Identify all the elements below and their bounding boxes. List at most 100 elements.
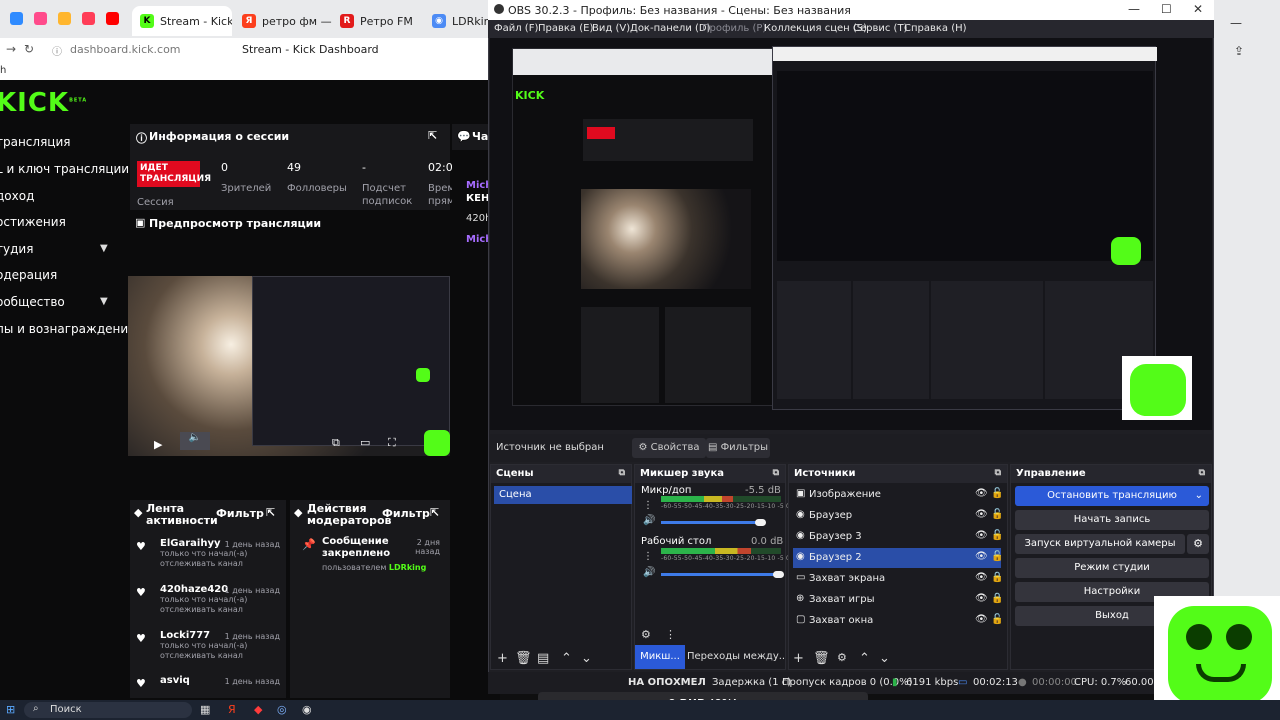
steam-icon[interactable]: ◎ <box>277 703 287 716</box>
nav-item-achievements[interactable]: остижения <box>0 215 66 229</box>
start-recording-button[interactable]: Начать запись <box>1015 510 1209 530</box>
theater-icon[interactable]: ▭ <box>360 436 370 449</box>
lock-icon[interactable]: 🔓 <box>991 509 1003 520</box>
nav-item-income[interactable]: доход <box>0 189 34 203</box>
menu-profile[interactable]: Профиль (P) <box>702 23 766 34</box>
gear-icon[interactable]: ⚙ <box>641 628 651 641</box>
share-icon[interactable]: ⇪ <box>1234 44 1244 58</box>
lock-icon[interactable]: 🔒 <box>991 593 1003 604</box>
tab-transitions[interactable]: Переходы между... <box>687 645 785 669</box>
stream-preview-video[interactable]: ▶ 🔈 ⧉ ▭ ⛶ <box>128 276 450 456</box>
browser-tab-kick[interactable]: K Stream - Kick ✕ <box>132 6 232 36</box>
nav-item-stream-key[interactable]: L и ключ трансляции <box>0 162 129 176</box>
properties-button[interactable]: ⚙ Свойства <box>632 438 706 458</box>
source-item-selected[interactable]: ◉ Браузер 2 👁 🔓 <box>793 548 1003 568</box>
kebab-menu-icon[interactable]: ⋮ <box>643 500 653 511</box>
yandex-browser-icon[interactable]: Я <box>228 703 236 716</box>
popout-icon[interactable]: ⧉ <box>619 468 625 478</box>
activity-filter[interactable]: Фильтр <box>216 507 264 520</box>
app-icon[interactable]: ◆ <box>254 703 262 716</box>
menu-edit[interactable]: Правка (E) <box>538 23 593 34</box>
filters-button[interactable]: ▤ Фильтры <box>706 438 770 458</box>
eye-icon[interactable]: 👁 <box>975 551 988 562</box>
taskbar-search[interactable]: Поиск <box>24 702 192 718</box>
add-icon[interactable]: + <box>497 651 508 666</box>
virtual-camera-button[interactable]: Запуск виртуальной камеры <box>1015 534 1185 554</box>
mic-volume-knob[interactable] <box>755 519 766 526</box>
maximize-icon[interactable]: ☐ <box>1161 2 1172 16</box>
speaker-icon[interactable]: 🔊 <box>643 567 655 578</box>
minimize-icon[interactable]: — <box>1230 16 1242 30</box>
pinned-tab-icon[interactable] <box>82 12 95 25</box>
scene-item[interactable]: Сцена <box>494 486 632 504</box>
lock-icon[interactable]: 🔓 <box>991 488 1003 499</box>
move-down-icon[interactable]: ⌄ <box>581 651 592 666</box>
moderators-filter[interactable]: Фильтр <box>382 507 430 520</box>
site-info-icon[interactable]: ⓘ <box>52 43 62 58</box>
chevron-down-icon[interactable]: ⌄ <box>1195 486 1203 506</box>
mic-volume-slider[interactable] <box>661 521 763 524</box>
source-item[interactable]: ◉ Браузер 👁 🔓 <box>793 506 1003 526</box>
popout-icon[interactable]: ⇱ <box>266 506 275 519</box>
menu-help[interactable]: Справка (H) <box>904 23 967 34</box>
close-icon[interactable]: ✕ <box>1193 2 1203 16</box>
kebab-menu-icon[interactable]: ⋮ <box>643 551 653 562</box>
tab-mixer[interactable]: Микш... <box>635 645 685 669</box>
move-up-icon[interactable]: ⌃ <box>561 651 572 666</box>
forward-icon[interactable]: → <box>6 42 16 56</box>
fullscreen-icon[interactable]: ⛶ <box>388 436 396 450</box>
menu-view[interactable]: Вид (V) <box>592 23 630 34</box>
minimize-icon[interactable]: — <box>1128 2 1140 16</box>
source-item[interactable]: ▣ Изображение 👁 🔓 <box>793 485 1003 505</box>
kick-logo[interactable]: KICKBETA <box>0 88 87 118</box>
kebab-menu-icon[interactable]: ⋮ <box>665 628 676 641</box>
pinned-tab-icon[interactable] <box>34 12 47 25</box>
browser-tab-yandex[interactable]: Я ретро фм — Янд <box>234 6 332 36</box>
eye-icon[interactable]: 👁 <box>975 488 988 499</box>
eye-icon[interactable]: 👁 <box>975 614 988 625</box>
chevron-down-icon[interactable]: ▼ <box>100 243 108 254</box>
source-item[interactable]: ▢ Захват окна 👁 🔓 <box>793 611 1003 631</box>
reload-icon[interactable]: ↻ <box>24 42 34 56</box>
play-icon[interactable]: ▶ <box>154 438 162 451</box>
windows-start-icon[interactable]: ⊞ <box>6 703 15 716</box>
popout-icon[interactable]: ⇱ <box>428 129 437 142</box>
source-item[interactable]: ⊕ Захват игры 👁 🔒 <box>793 590 1003 610</box>
obs-preview-canvas[interactable]: KICK <box>490 38 1212 430</box>
studio-mode-button[interactable]: Режим студии <box>1015 558 1209 578</box>
browser-tab-retro[interactable]: R Ретро FM <box>332 6 424 36</box>
url-field[interactable]: dashboard.kick.com <box>70 43 181 56</box>
browser-tab-ldrking[interactable]: ◉ LDRking <box>424 6 488 36</box>
eye-icon[interactable]: 👁 <box>975 530 988 541</box>
popout-icon[interactable]: ⧉ <box>1199 468 1205 478</box>
nav-item-rewards[interactable]: пы и вознаграждение <box>0 322 136 336</box>
menu-tools[interactable]: Сервис (T) <box>853 23 907 34</box>
gear-icon[interactable]: ⚙ <box>837 651 847 664</box>
bookmark-item[interactable]: h <box>0 65 6 76</box>
taskview-icon[interactable]: ▦ <box>200 703 210 716</box>
desktop-volume-slider[interactable] <box>661 573 781 576</box>
eye-icon[interactable]: 👁 <box>975 593 988 604</box>
pinned-tab-icon[interactable] <box>58 12 71 25</box>
menu-file[interactable]: Файл (F) <box>494 23 538 34</box>
trash-icon[interactable]: 🗑 <box>813 651 830 666</box>
stop-stream-button[interactable]: Остановить трансляцию ⌄ <box>1015 486 1209 506</box>
pinned-tab-icon[interactable] <box>106 12 119 25</box>
nav-item-studio[interactable]: тудия <box>0 242 33 256</box>
source-item[interactable]: ◉ Браузер 3 👁 🔓 <box>793 527 1003 547</box>
popout-icon[interactable]: ⧉ <box>995 468 1001 478</box>
add-icon[interactable]: + <box>793 651 804 666</box>
lock-icon[interactable]: 🔓 <box>991 551 1003 562</box>
pip-icon[interactable]: ⧉ <box>332 436 340 450</box>
mod-username[interactable]: LDRking <box>389 563 426 572</box>
obs-taskbar-icon[interactable]: ◉ <box>302 703 312 716</box>
desktop-volume-knob[interactable] <box>773 571 784 578</box>
menu-docks[interactable]: Док-панели (D) <box>630 23 711 34</box>
nav-item-community[interactable]: ообщество <box>0 295 65 309</box>
popout-icon[interactable]: ⧉ <box>773 468 779 478</box>
trash-icon[interactable]: 🗑 <box>515 651 532 666</box>
chevron-down-icon[interactable]: ▼ <box>100 296 108 307</box>
source-item[interactable]: ▭ Захват экрана 👁 🔒 <box>793 569 1003 589</box>
lock-icon[interactable]: 🔓 <box>991 530 1003 541</box>
menu-scene-collection[interactable]: Коллекция сцен (S) <box>764 23 867 34</box>
